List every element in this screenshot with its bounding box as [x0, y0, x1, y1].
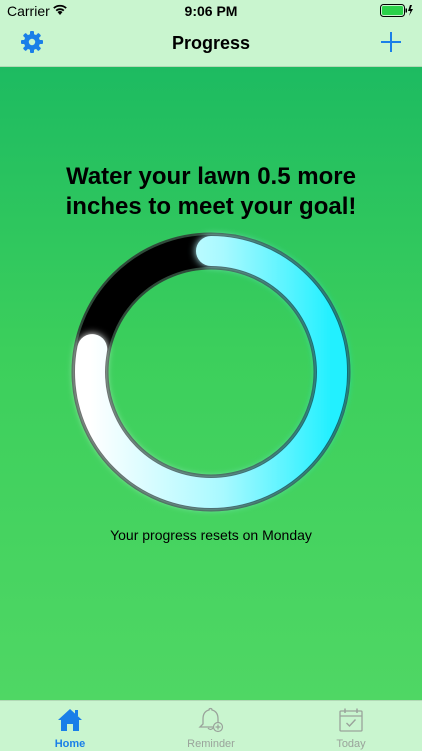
tab-home[interactable]: Home: [20, 701, 120, 751]
tab-reminder-label: Reminder: [187, 738, 235, 750]
battery-icon: [380, 4, 413, 17]
tab-bar: Home Reminder Today: [0, 700, 422, 751]
headline-line-2: inches to meet your goal!: [65, 193, 357, 220]
tab-reminder[interactable]: Reminder: [161, 701, 261, 751]
page-title: Progress: [171, 33, 251, 53]
calendar-icon: [339, 708, 363, 732]
plus-icon[interactable]: [380, 31, 402, 53]
reset-note: Your progress resets on Monday: [110, 527, 312, 543]
status-bar: Carrier 9:06 PM: [0, 0, 422, 22]
main-content: Water your lawn 0.5 more inches to meet …: [0, 67, 422, 700]
goal-headline: Water your lawn 0.5 more inches to meet …: [20, 162, 402, 222]
navigation-bar: Progress: [0, 22, 422, 67]
tab-today-label: Today: [336, 738, 366, 750]
status-time: 9:06 PM: [184, 3, 238, 19]
progress-ring: [71, 232, 351, 512]
ring-inner-rim: [105, 266, 317, 478]
tab-today[interactable]: Today: [301, 701, 401, 751]
tab-home-label: Home: [54, 738, 86, 750]
bell-icon: [198, 707, 224, 733]
headline-line-1: Water your lawn 0.5 more: [66, 163, 356, 190]
house-icon: [58, 709, 82, 731]
